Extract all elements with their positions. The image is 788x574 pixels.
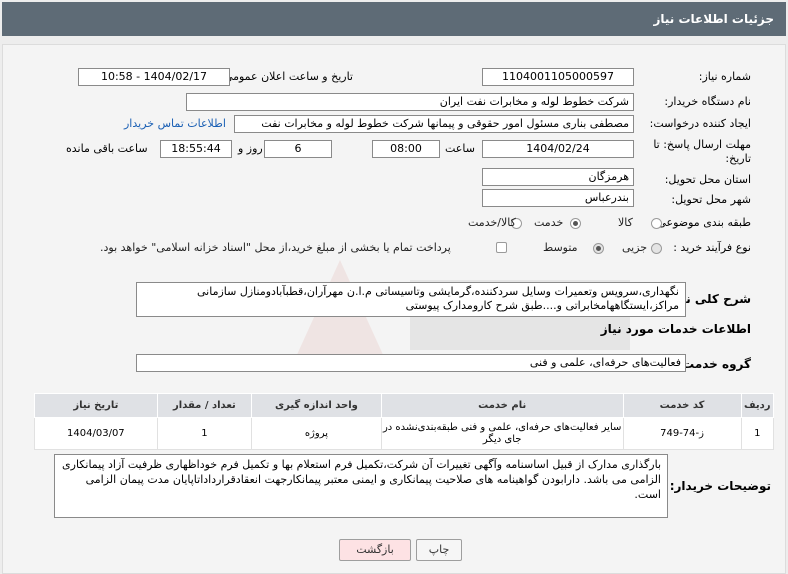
print-button[interactable]: چاپ — [416, 539, 462, 561]
announce-datetime-field: 1404/02/17 - 10:58 — [78, 68, 230, 86]
process-medium-label: متوسط — [543, 241, 578, 254]
service-group-label: گروه خدمت: — [677, 357, 751, 371]
days-label: روز و — [238, 142, 263, 155]
category-label: طبقه بندی موضوعی: — [653, 216, 751, 229]
category-service-label: خدمت — [534, 216, 564, 229]
buyer-org-field: شرکت خطوط لوله و مخابرات نفت ایران — [186, 93, 634, 111]
cell-code: ز-74-749 — [622, 417, 742, 450]
summary-text: نگهداری،سرویس وتعمیرات وسایل سردکننده،گر… — [136, 282, 686, 317]
remaining-label: ساعت باقی مانده — [66, 142, 148, 155]
back-button[interactable]: بازگشت — [339, 539, 411, 561]
category-service-radio[interactable] — [570, 218, 581, 229]
category-goods-radio[interactable] — [651, 218, 662, 229]
creator-field: مصطفی بناری مسئول امور حقوقی و پیمانها ش… — [234, 115, 634, 133]
deadline-label: مهلت ارسال پاسخ: تا تاریخ: — [653, 138, 751, 165]
category-goods-label: کالا — [618, 216, 633, 229]
treasury-checkbox[interactable] — [496, 242, 507, 253]
services-section-title: اطلاعات خدمات مورد نیاز — [600, 322, 751, 336]
process-minor-label: جزیی — [622, 241, 648, 254]
service-group-field: فعالیت‌های حرفه‌ای، علمی و فنی — [136, 354, 686, 372]
city-label: شهر محل تحویل: — [671, 193, 751, 206]
page-header: جزئیات اطلاعات نیاز — [2, 2, 786, 36]
need-number-label: شماره نیاز: — [698, 70, 751, 83]
col-date: تاریخ نیاز — [34, 393, 158, 418]
category-both-label: کالا/خدمت — [468, 216, 516, 229]
buyer-contact-link[interactable]: اطلاعات تماس خریدار — [124, 117, 226, 130]
col-qty: تعداد / مقدار — [156, 393, 253, 418]
cell-qty: 1 — [156, 417, 253, 450]
province-field: هرمزگان — [482, 168, 634, 186]
deadline-date-field: 1404/02/24 — [482, 140, 634, 158]
col-row: ردیف — [740, 393, 774, 418]
cell-unit: پروژه — [251, 417, 382, 450]
need-number-field: 1104001105000597 — [482, 68, 634, 86]
process-medium-radio[interactable] — [593, 243, 604, 254]
treasury-note: پرداخت تمام یا بخشی از مبلغ خرید،از محل … — [100, 241, 451, 254]
table-header-row: ردیف کد خدمت نام خدمت واحد اندازه گیری ت… — [34, 393, 774, 418]
cell-date: 1404/03/07 — [34, 417, 158, 450]
province-label: استان محل تحویل: — [664, 173, 751, 186]
city-field: بندرعباس — [482, 189, 634, 207]
remaining-days-field: 6 — [264, 140, 332, 158]
services-table: ردیف کد خدمت نام خدمت واحد اندازه گیری ت… — [34, 393, 774, 450]
table-row: 1 ز-74-749 سایر فعالیت‌های حرفه‌ای، علمی… — [34, 417, 774, 450]
remaining-time-field: 18:55:44 — [160, 140, 232, 158]
buyer-org-label: نام دستگاه خریدار: — [664, 95, 751, 108]
col-name: نام خدمت — [380, 393, 624, 418]
deadline-time-label: ساعت — [445, 142, 475, 155]
col-code: کد خدمت — [622, 393, 742, 418]
process-label: نوع فرآیند خرید : — [673, 241, 751, 254]
creator-label: ایجاد کننده درخواست: — [649, 117, 751, 130]
col-unit: واحد اندازه گیری — [251, 393, 382, 418]
deadline-time-field: 08:00 — [372, 140, 440, 158]
buyer-notes-label: توضیحات خریدار: — [669, 479, 771, 493]
buyer-notes-text: بارگذاری مدارک از قبیل اساسنامه وآگهی تغ… — [54, 454, 668, 518]
process-minor-radio[interactable] — [651, 243, 662, 254]
cell-name: سایر فعالیت‌های حرفه‌ای، علمی و فنی طبقه… — [380, 417, 624, 450]
announce-label: تاریخ و ساعت اعلان عمومی: — [220, 70, 353, 83]
cell-row: 1 — [740, 417, 774, 450]
